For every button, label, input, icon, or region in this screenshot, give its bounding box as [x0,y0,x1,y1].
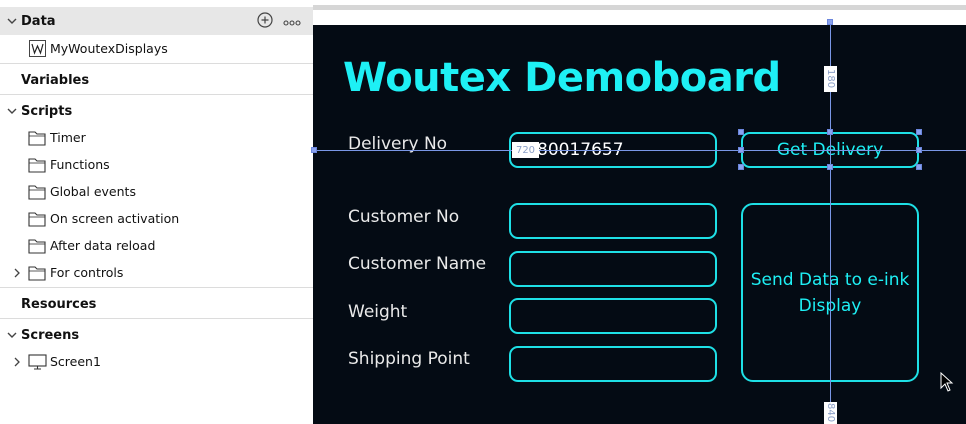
section-title-scripts: Scripts [21,103,73,119]
folder-icon [27,264,47,282]
script-item-timer[interactable]: Timer [27,124,86,151]
folder-icon [27,183,47,201]
datasource-w-icon [27,40,47,58]
guide-handle[interactable] [827,19,833,25]
label-customer-name[interactable]: Customer Name [348,254,486,274]
selection-handle[interactable] [738,129,744,135]
chevron-down-icon[interactable] [4,332,20,339]
selection-handle[interactable] [827,129,833,135]
script-item-label: For controls [50,265,124,280]
folder-icon [27,210,47,228]
left-panel: Data MyWoutexDisplays Variables Scripts … [0,0,313,424]
section-title-data: Data [21,13,56,29]
divider [0,318,313,319]
section-header-resources[interactable]: Resources [0,290,313,318]
screen-item-label: Screen1 [50,354,101,369]
guide-readout-vertical-bottom: 840 [824,402,837,424]
design-canvas[interactable]: Woutex Demoboard Delivery No 80017657 Cu… [311,0,966,424]
folder-icon [27,129,47,147]
plus-circle-icon[interactable] [257,12,273,32]
script-item-on-screen-activation[interactable]: On screen activation [27,205,179,232]
label-customer-no[interactable]: Customer No [348,207,459,227]
script-item-label: Functions [50,157,110,172]
section-header-screens[interactable]: Screens [0,321,313,349]
monitor-icon [27,353,47,371]
mouse-pointer-icon [940,371,954,396]
screen-item-screen1[interactable]: Screen1 [14,348,101,375]
screen-preview[interactable]: Woutex Demoboard Delivery No 80017657 Cu… [313,25,966,424]
selection-handle[interactable] [738,164,744,170]
section-header-scripts[interactable]: Scripts [0,97,313,125]
weight-input[interactable] [509,298,717,334]
selection-handle[interactable] [916,129,922,135]
guide-readout-horizontal: 720 [512,142,539,158]
chevron-down-icon[interactable] [4,18,20,25]
guide-readout-vertical-top: 180 [824,66,837,92]
divider [0,63,313,64]
script-item-label: On screen activation [50,211,180,226]
section-header-variables[interactable]: Variables [0,66,313,94]
guide-handle[interactable] [311,147,317,153]
folder-icon [27,156,47,174]
more-dots-icon[interactable] [283,15,301,30]
customer-no-input[interactable] [509,203,717,239]
script-item-label: Global events [50,184,136,199]
canvas-scroll-strip [313,5,966,10]
script-item-label: After data reload [50,238,156,253]
horizontal-guide [313,150,966,151]
label-weight[interactable]: Weight [348,302,407,322]
section-title-variables: Variables [21,72,90,88]
script-item-for-controls[interactable]: For controls [14,259,124,286]
section-header-data[interactable]: Data [0,7,313,35]
selection-handle[interactable] [916,147,922,153]
data-item-label: MyWoutexDisplays [50,41,168,56]
chevron-right-icon[interactable] [11,357,23,367]
script-item-label: Timer [50,130,86,145]
section-title-screens: Screens [21,327,80,343]
data-item-mywoutexdisplays[interactable]: MyWoutexDisplays [27,35,168,62]
selection-handle[interactable] [916,164,922,170]
board-title[interactable]: Woutex Demoboard [343,55,781,101]
folder-icon [27,237,47,255]
customer-name-input[interactable] [509,251,717,287]
chevron-right-icon[interactable] [11,268,23,278]
divider [0,94,313,95]
script-item-global-events[interactable]: Global events [27,178,136,205]
label-delivery-no[interactable]: Delivery No [348,134,447,154]
selection-handle[interactable] [827,164,833,170]
divider [0,287,313,288]
shipping-point-input[interactable] [509,346,717,382]
selection-handle[interactable] [738,147,744,153]
section-title-resources: Resources [21,296,97,312]
label-shipping-point[interactable]: Shipping Point [348,349,470,369]
chevron-down-icon[interactable] [4,108,20,115]
script-item-after-data-reload[interactable]: After data reload [27,232,155,259]
script-item-functions[interactable]: Functions [27,151,110,178]
